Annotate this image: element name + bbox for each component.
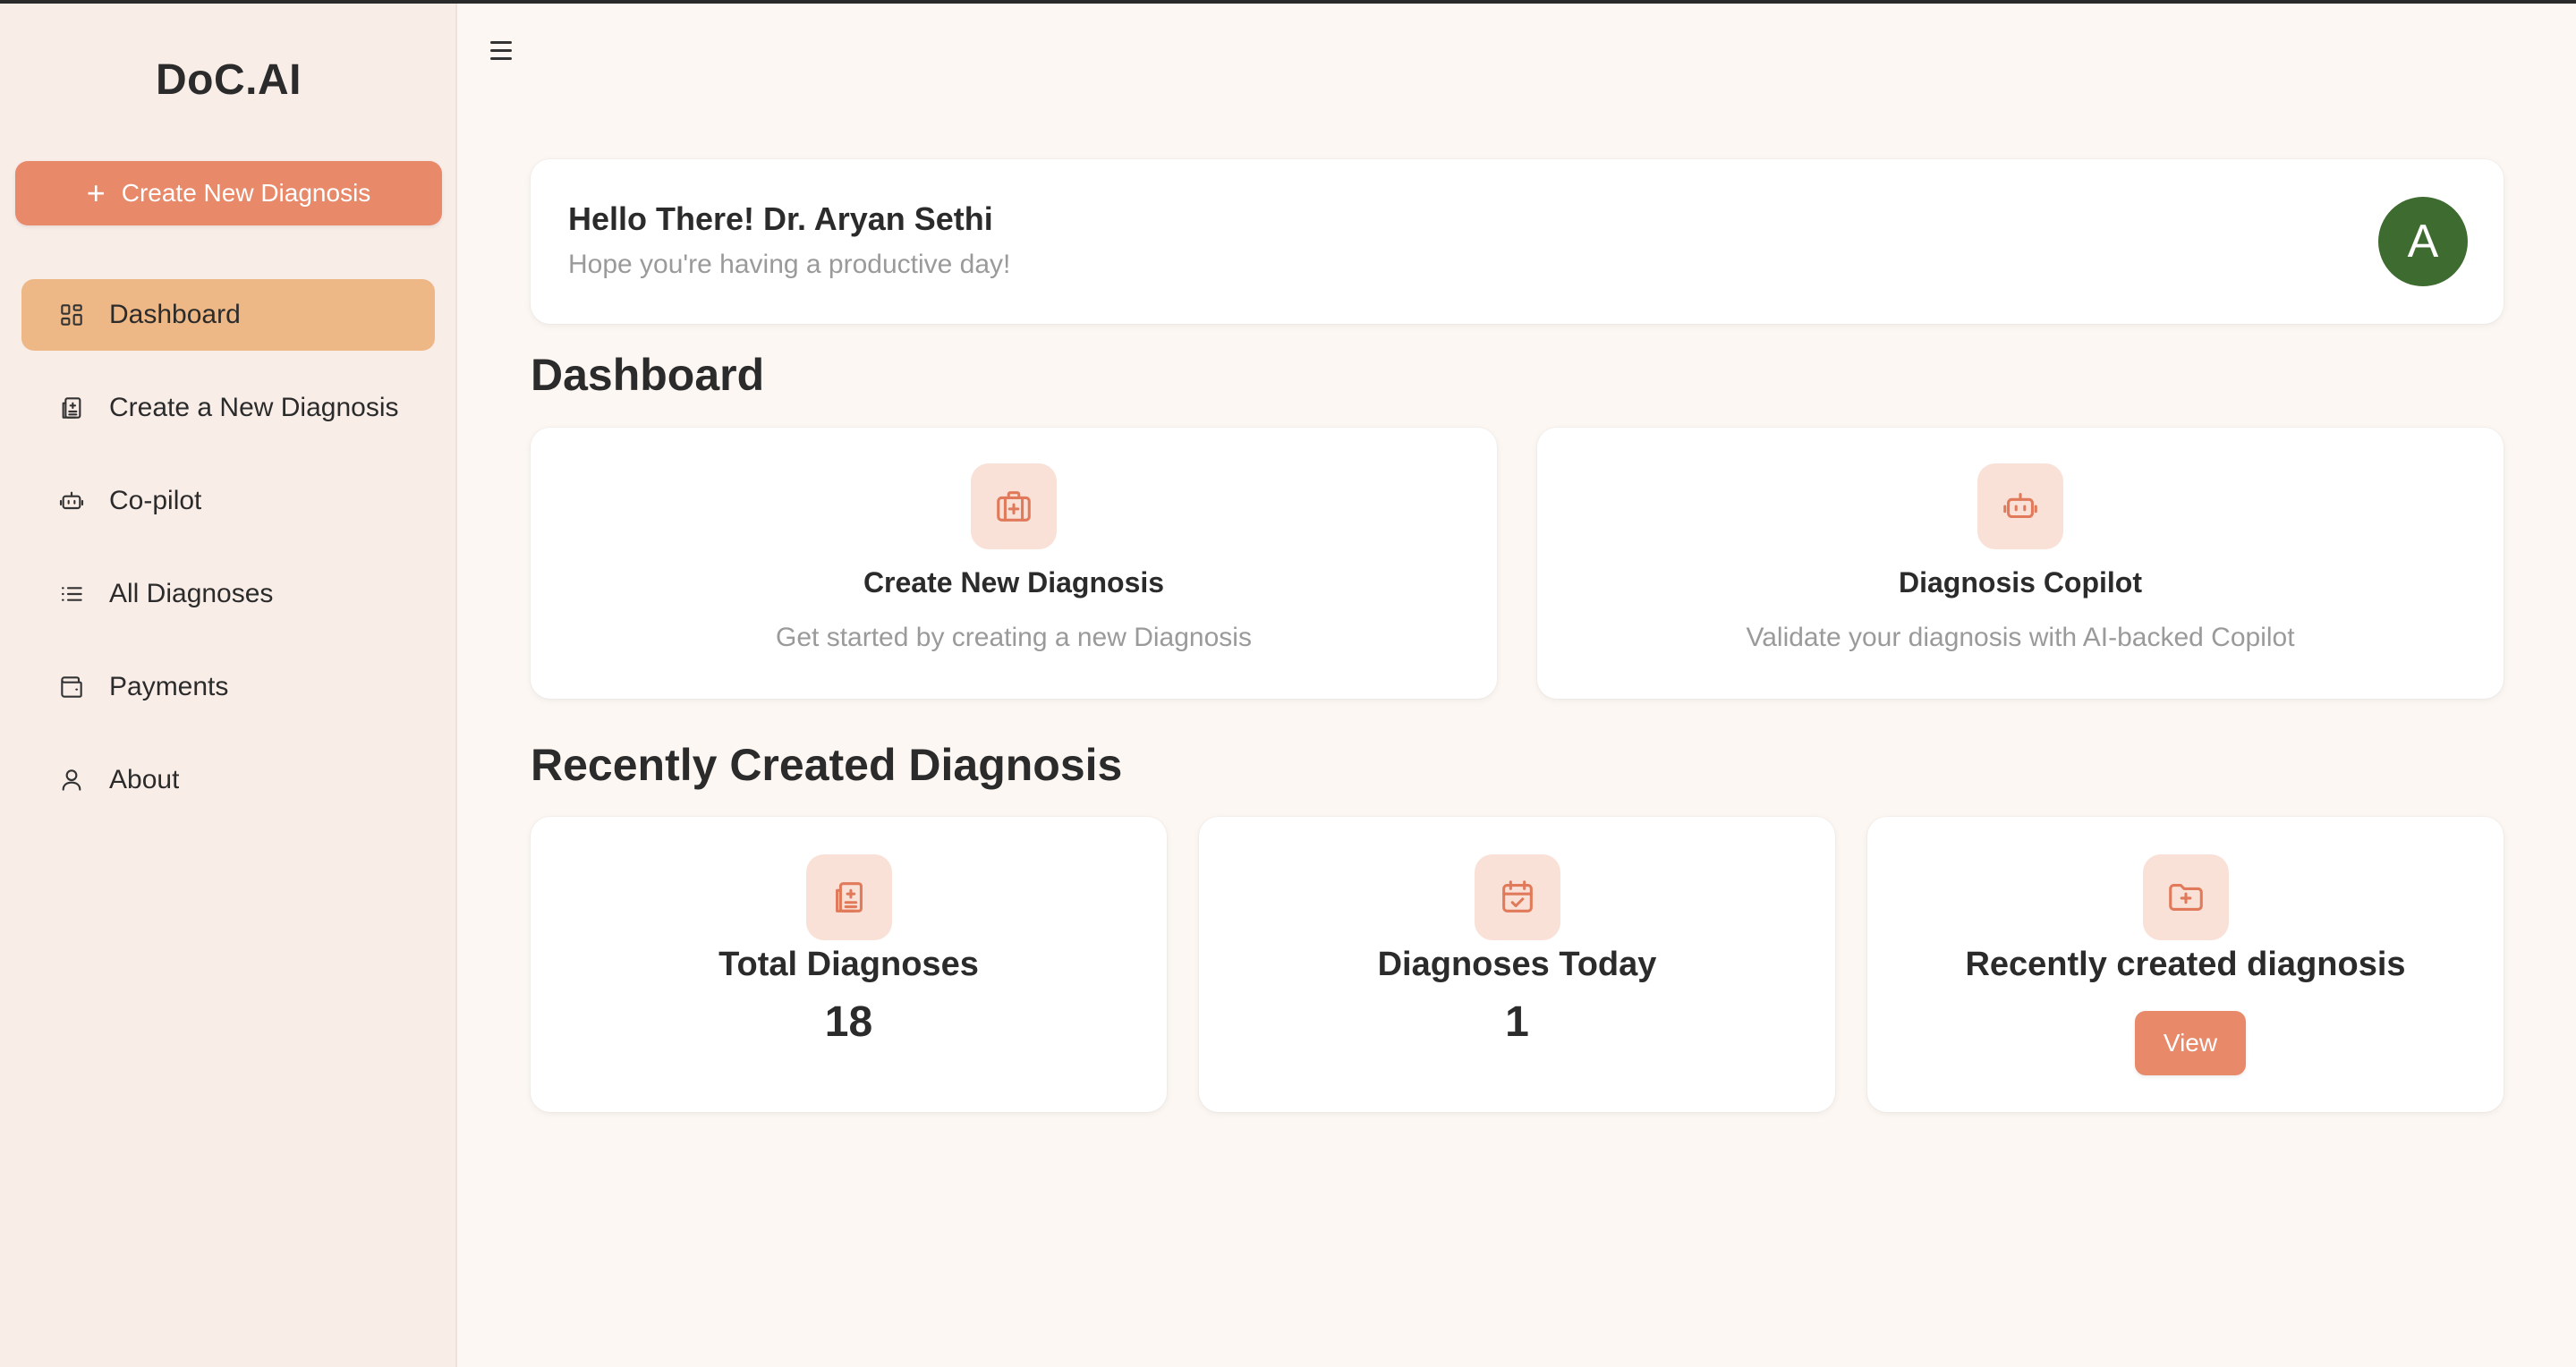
total-diagnoses-card: Total Diagnoses 18	[531, 817, 1167, 1112]
stat-value: 1	[1505, 998, 1529, 1046]
stat-value: 18	[824, 998, 873, 1046]
stat-title: Recently created diagnosis	[1965, 946, 2406, 983]
clipboard-medical-icon	[806, 854, 892, 940]
hamburger-menu-icon[interactable]	[490, 36, 519, 64]
stat-title: Total Diagnoses	[718, 946, 979, 983]
calendar-check-icon	[1475, 854, 1560, 940]
sidebar-nav: Dashboard Create a New Diagnosis Co-pilo…	[21, 279, 435, 837]
sidebar-item-label: Dashboard	[109, 300, 241, 329]
wallet-icon	[57, 673, 86, 701]
diagnoses-today-card: Diagnoses Today 1	[1199, 817, 1835, 1112]
medical-kit-icon	[971, 463, 1057, 549]
create-new-diagnosis-button[interactable]: + Create New Diagnosis	[15, 161, 442, 225]
brand-logo-text: DoC.AI	[156, 56, 302, 104]
greeting-subtitle: Hope you're having a productive day!	[568, 250, 1011, 279]
sidebar-item-label: Create a New Diagnosis	[109, 393, 399, 422]
dashboard-title: Dashboard	[531, 350, 765, 400]
recently-created-card: Recently created diagnosis View	[1867, 817, 2504, 1112]
sidebar-item-label: Payments	[109, 672, 229, 701]
clipboard-medical-icon	[57, 394, 86, 422]
list-icon	[57, 580, 86, 608]
sidebar-item-payments[interactable]: Payments	[21, 651, 435, 723]
plus-icon: +	[86, 174, 106, 211]
view-button[interactable]: View	[2135, 1011, 2246, 1075]
recent-diagnosis-title: Recently Created Diagnosis	[531, 740, 1123, 790]
diagnosis-copilot-card[interactable]: Diagnosis Copilot Validate your diagnosi…	[1537, 428, 2504, 699]
user-icon	[57, 766, 86, 794]
dashboard-grid-icon	[57, 301, 86, 329]
sidebar-item-label: Co-pilot	[109, 486, 202, 515]
sidebar-item-label: About	[109, 765, 180, 794]
greeting-title: Hello There! Dr. Aryan Sethi	[568, 200, 993, 237]
folder-plus-icon	[2143, 854, 2229, 940]
sidebar-item-dashboard[interactable]: Dashboard	[21, 279, 435, 351]
greeting-card: Hello There! Dr. Aryan Sethi Hope you're…	[531, 159, 2504, 324]
robot-icon	[1977, 463, 2063, 549]
sidebar-item-copilot[interactable]: Co-pilot	[21, 465, 435, 537]
avatar[interactable]: A	[2378, 197, 2468, 286]
card-title: Diagnosis Copilot	[1899, 566, 2142, 599]
card-title: Create New Diagnosis	[863, 566, 1165, 599]
sidebar: DoC.AI + Create New Diagnosis Dashboard …	[0, 4, 457, 1367]
card-subtitle: Get started by creating a new Diagnosis	[776, 623, 1252, 652]
create-new-diagnosis-card[interactable]: Create New Diagnosis Get started by crea…	[531, 428, 1497, 699]
robot-icon	[57, 487, 86, 515]
sidebar-item-all-diagnoses[interactable]: All Diagnoses	[21, 558, 435, 630]
create-new-diagnosis-label: Create New Diagnosis	[121, 179, 371, 207]
stat-title: Diagnoses Today	[1377, 946, 1657, 983]
sidebar-item-about[interactable]: About	[21, 744, 435, 816]
sidebar-item-label: All Diagnoses	[109, 579, 274, 608]
card-subtitle: Validate your diagnosis with AI-backed C…	[1746, 623, 2295, 652]
sidebar-item-create-diagnosis[interactable]: Create a New Diagnosis	[21, 372, 435, 444]
